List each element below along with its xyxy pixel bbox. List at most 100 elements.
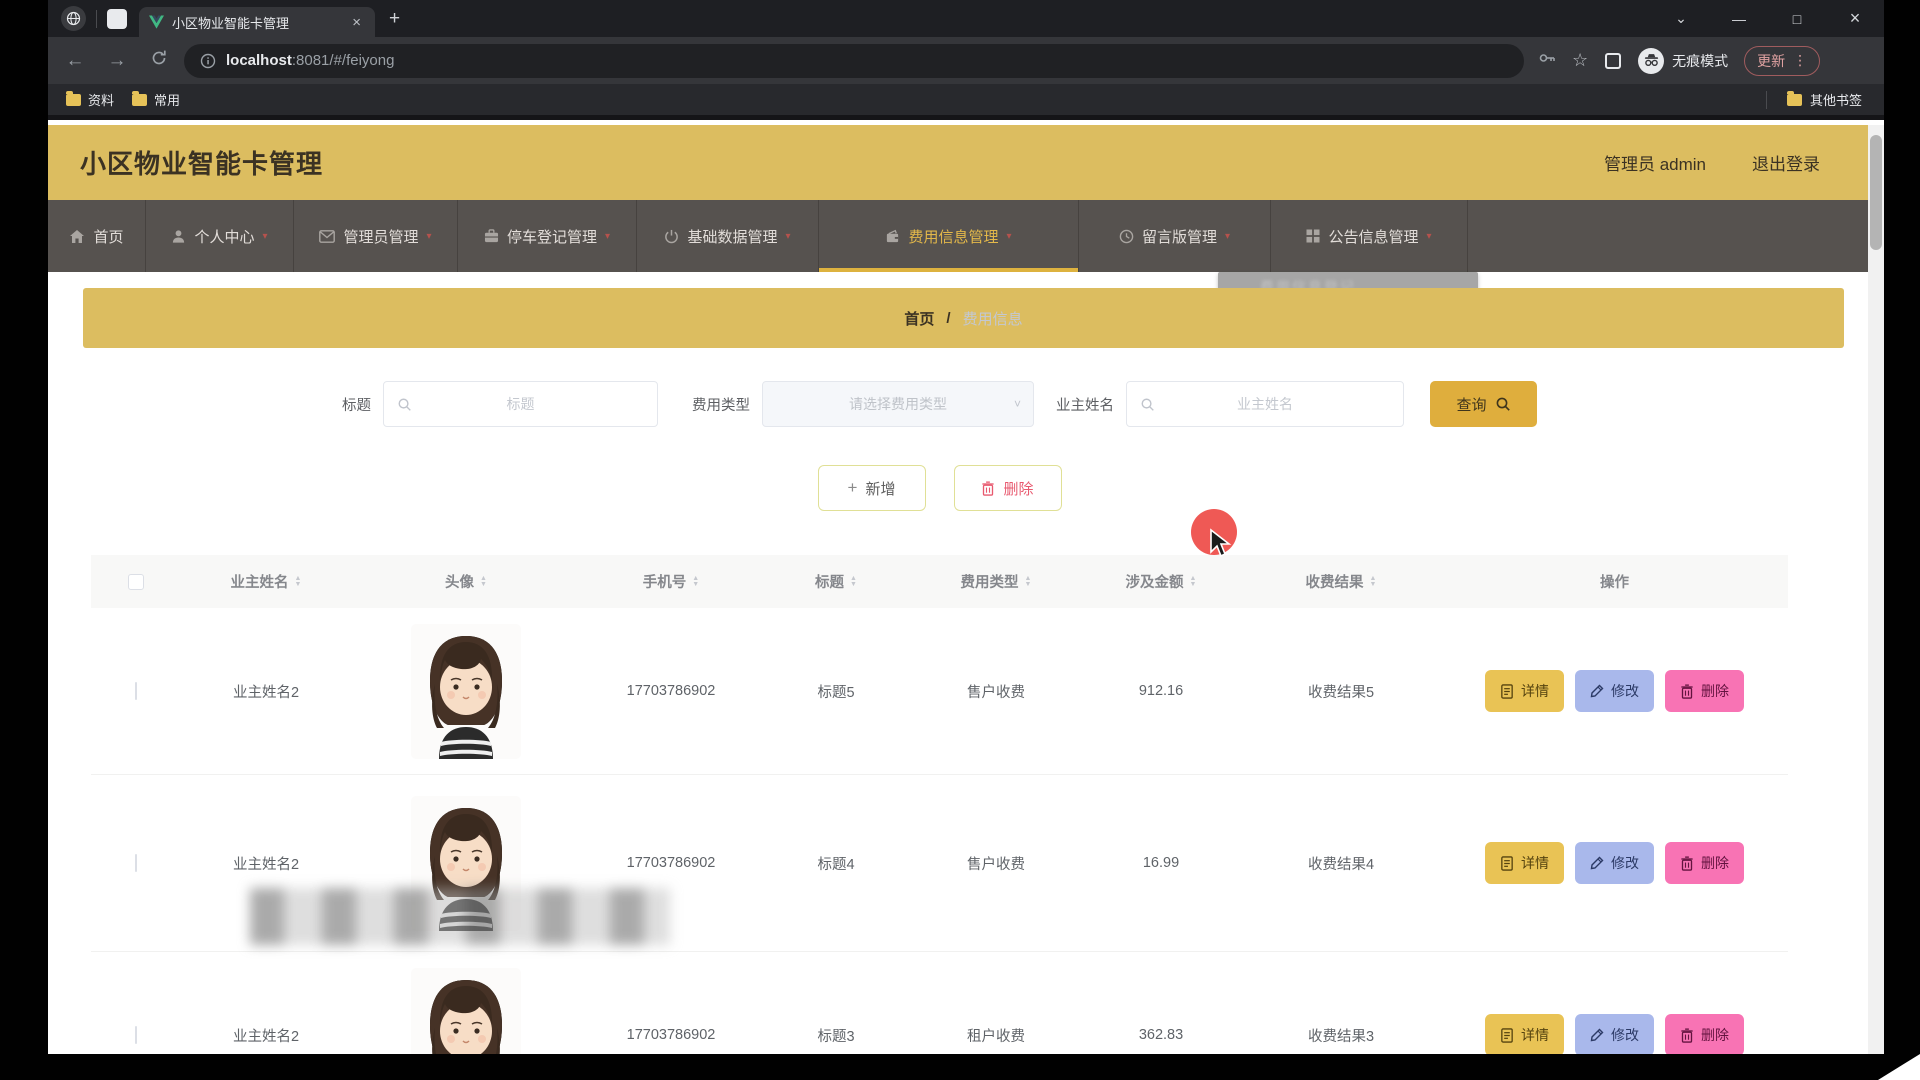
owner-name-input[interactable] [1127, 382, 1403, 426]
kebab-menu-icon[interactable]: ⋮ [1793, 52, 1807, 69]
query-button[interactable]: 查询 [1430, 381, 1537, 427]
sort-arrows-icon[interactable]: ▲▼ [295, 576, 302, 588]
edit-button[interactable]: 修改 [1575, 842, 1654, 884]
mail-icon [319, 230, 335, 243]
row-delete-button[interactable]: 删除 [1665, 670, 1744, 712]
detail-button[interactable]: 详情 [1485, 842, 1564, 884]
active-tab[interactable]: 小区物业智能卡管理 × [139, 7, 375, 37]
sort-arrows-icon[interactable]: ▲▼ [1190, 576, 1197, 588]
title-label: 标题 [342, 394, 371, 415]
sort-arrows-icon[interactable]: ▲▼ [1370, 576, 1377, 588]
nav-item[interactable]: 费用信息管理 ▾ [819, 200, 1079, 272]
breadcrumb-home[interactable]: 首页 [904, 308, 934, 329]
app-header: 小区物业智能卡管理 管理员 admin 退出登录 [48, 125, 1868, 200]
tab-search-icon[interactable]: ⌄ [1652, 10, 1710, 27]
avatar-cell [351, 624, 581, 759]
table-body: 业主姓名2 17703786902 标题5 售户收费 912.16 收费结果5 … [91, 608, 1788, 1054]
pencil-icon [1590, 1028, 1604, 1042]
scrollbar-thumb[interactable] [1870, 135, 1882, 250]
fee-type-label: 费用类型 [692, 394, 750, 415]
new-tab-button[interactable]: + [389, 8, 400, 30]
sort-arrows-icon[interactable]: ▲▼ [692, 576, 699, 588]
incognito-indicator: 无痕模式 [1638, 48, 1728, 74]
pinned-tab-icon[interactable] [107, 9, 127, 29]
row-checkbox[interactable] [135, 854, 137, 872]
url-path: :8081/#/feiyong [292, 52, 395, 69]
title-cell: 标题3 [761, 1025, 911, 1046]
vue-logo-icon [149, 15, 164, 29]
sort-arrows-icon[interactable]: ▲▼ [1025, 576, 1032, 588]
column-header[interactable]: 涉及金额 ▲▼ [1081, 571, 1241, 592]
close-window-button[interactable]: × [1826, 8, 1884, 29]
title-cell: 标题4 [761, 853, 911, 874]
minimize-button[interactable]: — [1710, 11, 1768, 27]
sort-arrows-icon[interactable]: ▲▼ [480, 576, 487, 588]
column-header[interactable]: 头像 ▲▼ [351, 571, 581, 592]
bookmark-star-icon[interactable]: ☆ [1572, 50, 1588, 71]
url-text[interactable]: localhost:8081/#/feiyong [226, 52, 394, 69]
tab-close-icon[interactable]: × [348, 14, 365, 31]
trash-icon [1680, 684, 1694, 699]
plus-icon: + [848, 478, 858, 498]
edit-button[interactable]: 修改 [1575, 670, 1654, 712]
info-icon[interactable] [200, 53, 216, 69]
nav-item[interactable]: 留言版管理 ▾ [1079, 200, 1271, 272]
chrome-update-button[interactable]: 更新 ⋮ [1744, 46, 1820, 76]
globe-icon[interactable] [61, 6, 86, 31]
add-button[interactable]: + 新增 [818, 465, 926, 511]
column-header[interactable]: 操作 ▲▼ [1441, 571, 1788, 592]
title-input[interactable] [384, 382, 657, 426]
column-header[interactable]: 收费结果 ▲▼ [1241, 571, 1441, 592]
nav-item[interactable]: 公告信息管理 ▾ [1271, 200, 1468, 272]
row-checkbox[interactable] [135, 1026, 137, 1044]
nav-item[interactable]: 基础数据管理 ▾ [637, 200, 819, 272]
back-icon[interactable]: ← [54, 50, 96, 72]
fee-type-placeholder: 请选择费用类型 [849, 394, 947, 414]
column-header[interactable]: 业主姓名 ▲▼ [181, 571, 351, 592]
row-delete-button[interactable]: 删除 [1665, 842, 1744, 884]
key-icon[interactable] [1538, 49, 1556, 72]
nav-item[interactable]: 管理员管理 ▾ [294, 200, 458, 272]
column-header[interactable]: 标题 ▲▼ [761, 571, 911, 592]
folder-icon [66, 94, 81, 106]
detail-button[interactable]: 详情 [1485, 1014, 1564, 1054]
nav-item[interactable]: 个人中心 ▾ [146, 200, 294, 272]
forward-icon[interactable]: → [96, 50, 138, 72]
window-controls: ⌄ — □ × [1652, 0, 1884, 37]
row-checkbox-cell [91, 683, 181, 699]
sort-arrows-icon[interactable]: ▲▼ [850, 576, 857, 588]
nav-item-label: 基础数据管理 [687, 226, 777, 247]
nav-item[interactable]: 停车登记管理 ▾ [458, 200, 637, 272]
bottom-corner-artifact [1878, 1054, 1920, 1080]
chevron-down-icon: ▾ [426, 231, 431, 242]
trash-icon [1680, 856, 1694, 871]
select-all-checkbox[interactable] [128, 574, 144, 590]
column-header[interactable]: 费用类型 ▲▼ [911, 571, 1081, 592]
logout-link[interactable]: 退出登录 [1752, 150, 1820, 175]
fee-type-select[interactable]: 请选择费用类型 ˅ [762, 381, 1034, 427]
column-header[interactable]: 手机号 ▲▼ [581, 571, 761, 592]
page-scrollbar[interactable] [1868, 125, 1884, 1054]
bookmarks-divider [1766, 91, 1767, 109]
bookmark-folder[interactable]: 资料 [66, 90, 114, 109]
bookmark-folder[interactable]: 常用 [132, 90, 180, 109]
actions-cell: 详情 修改 删除 [1441, 842, 1788, 884]
maximize-button[interactable]: □ [1768, 11, 1826, 27]
other-bookmarks[interactable]: 其他书签 [1766, 90, 1862, 109]
row-delete-button[interactable]: 删除 [1665, 1014, 1744, 1054]
reload-icon[interactable] [138, 49, 180, 73]
money-icon [885, 229, 900, 244]
toolbar-right: ☆ 无痕模式 更新 ⋮ [1538, 46, 1820, 76]
result-cell: 收费结果4 [1241, 853, 1441, 874]
delete-button[interactable]: 删除 [954, 465, 1062, 511]
detail-button[interactable]: 详情 [1485, 670, 1564, 712]
extension-icon[interactable] [1604, 52, 1622, 70]
briefcase-icon [484, 229, 499, 243]
phone-cell: 17703786902 [581, 683, 761, 699]
address-bar[interactable]: localhost:8081/#/feiyong [184, 44, 1524, 78]
nav-item-label: 停车登记管理 [507, 226, 597, 247]
column-header-label: 标题 [815, 571, 844, 592]
edit-button[interactable]: 修改 [1575, 1014, 1654, 1054]
row-checkbox[interactable] [135, 682, 137, 700]
nav-item[interactable]: 首页 ▾ [48, 200, 146, 272]
